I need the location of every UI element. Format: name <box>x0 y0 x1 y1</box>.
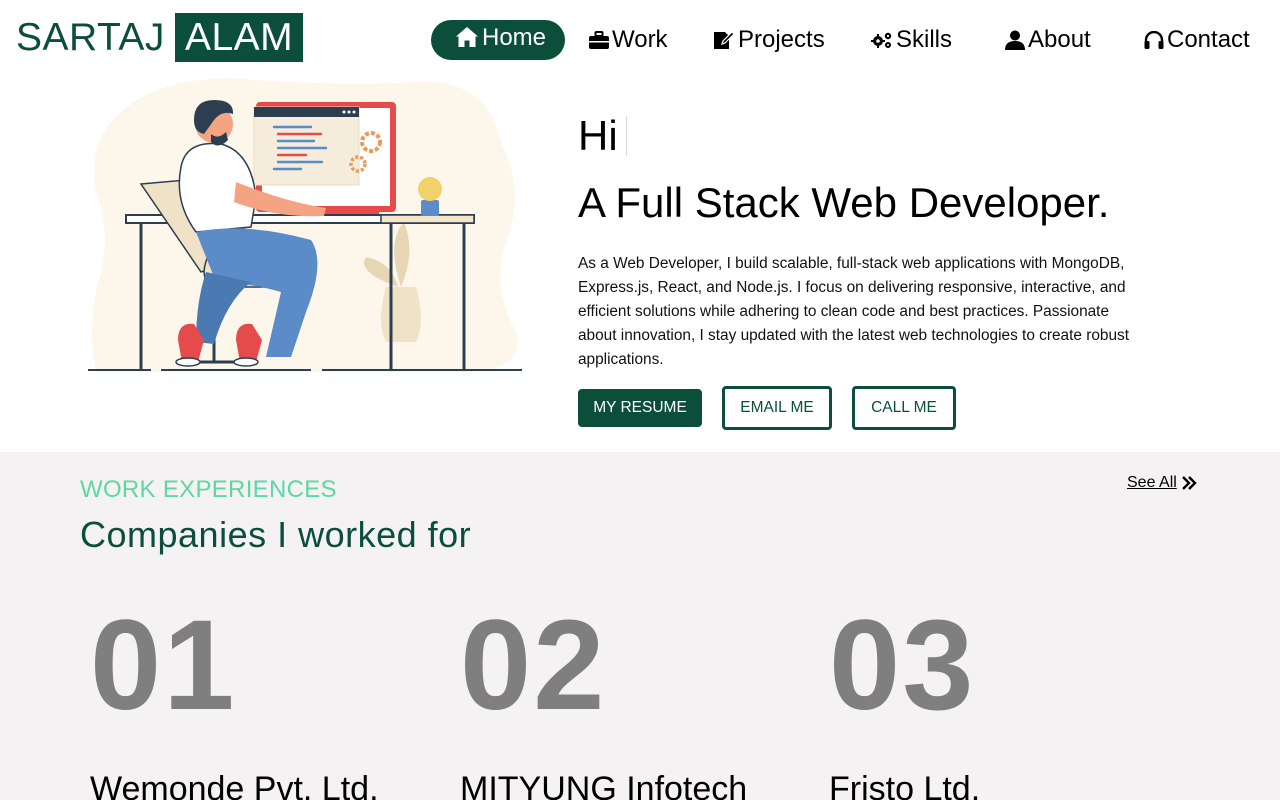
main-nav: Home Work Projects Skills About Contact <box>0 20 1280 60</box>
company-name: Fristo Ltd. <box>829 770 981 800</box>
work-eyebrow: WORK EXPERIENCES <box>80 476 337 503</box>
nav-work-label: Work <box>612 26 668 53</box>
briefcase-icon <box>589 31 609 49</box>
call-button[interactable]: CALL ME <box>852 386 956 430</box>
hero-actions: MY RESUME EMAIL ME CALL ME <box>578 386 1148 430</box>
company-card[interactable]: 03 Fristo Ltd. <box>829 602 1189 800</box>
double-chevron-right-icon <box>1181 476 1197 490</box>
nav-skills-label: Skills <box>896 26 953 53</box>
gears-icon <box>871 31 893 49</box>
company-card[interactable]: 02 MITYUNG Infotech <box>460 602 820 800</box>
nav-item-home[interactable]: Home <box>431 20 565 60</box>
company-name: Wemonde Pvt. Ltd. <box>90 770 379 800</box>
hero-description: As a Web Developer, I build scalable, fu… <box>578 255 1129 368</box>
company-name: MITYUNG Infotech <box>460 770 748 800</box>
nav-contact-label: Contact <box>1167 26 1250 53</box>
company-card[interactable]: 01 Wemonde Pvt. Ltd. <box>90 602 450 800</box>
headphones-icon <box>1144 31 1164 49</box>
nav-item-work[interactable]: Work <box>589 20 668 60</box>
hero-headline: A Full Stack Web Developer. <box>578 179 1110 226</box>
hero-greeting-line: Hi <box>578 110 1148 162</box>
hero-greeting: Hi <box>578 112 618 159</box>
nav-about-label: About <box>1028 26 1091 53</box>
nav-projects-label: Projects <box>738 26 825 53</box>
company-number: 02 <box>460 594 607 737</box>
developer-illustration <box>86 72 526 377</box>
work-section: WORK EXPERIENCES Companies I worked for … <box>0 452 1280 800</box>
see-all-link[interactable]: See All <box>1127 474 1197 492</box>
typing-caret <box>625 116 627 156</box>
resume-button[interactable]: MY RESUME <box>578 389 702 427</box>
nav-item-skills[interactable]: Skills <box>871 20 952 60</box>
company-number: 03 <box>829 594 976 737</box>
home-icon <box>455 26 479 48</box>
nav-item-about[interactable]: About <box>1005 20 1091 60</box>
work-title: Companies I worked for <box>80 514 472 555</box>
edit-icon <box>713 30 735 50</box>
company-number: 01 <box>90 594 237 737</box>
see-all-label: See All <box>1127 474 1177 491</box>
hero-intro: Hi A Full Stack Web Developer. As a Web … <box>578 110 1148 430</box>
site-header: SARTAJ ALAM Home Work Projects Skills Ab… <box>0 0 1280 80</box>
user-icon <box>1005 30 1025 50</box>
email-button[interactable]: EMAIL ME <box>722 386 832 430</box>
nav-home-label: Home <box>482 24 547 51</box>
nav-item-projects[interactable]: Projects <box>713 20 825 60</box>
nav-item-contact[interactable]: Contact <box>1144 20 1250 60</box>
